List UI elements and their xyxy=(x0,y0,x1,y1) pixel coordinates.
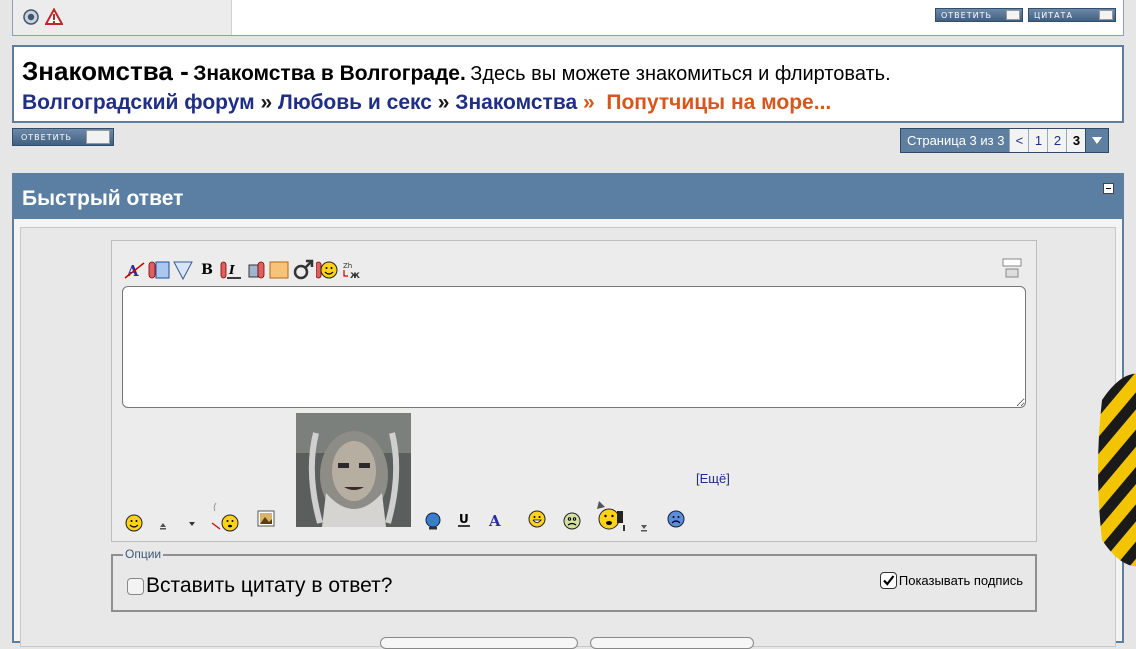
quick-reply-panel: Быстрый ответ A B I xyxy=(12,173,1124,647)
page-menu-dropdown-icon[interactable] xyxy=(1085,129,1109,152)
font-icon[interactable]: A xyxy=(124,259,146,281)
avatar-face-image[interactable] xyxy=(296,413,411,527)
svg-text:Zh: Zh xyxy=(343,262,352,270)
quick-reply-body: A B I xyxy=(20,227,1116,647)
options-legend: Опции xyxy=(123,547,164,561)
breadcrumb-separator: » xyxy=(260,91,273,114)
svg-text:ж: ж xyxy=(350,270,360,281)
forum-title: Знакомства - xyxy=(22,56,189,86)
envelope-icon xyxy=(1006,10,1020,20)
bold-icon[interactable]: B xyxy=(196,259,218,281)
gender-icon[interactable] xyxy=(292,259,314,281)
smiley-icon[interactable] xyxy=(316,259,338,281)
sick-smiley-icon[interactable] xyxy=(562,511,582,531)
editor-container: A B I xyxy=(111,240,1037,542)
quote-checkbox[interactable] xyxy=(127,577,144,595)
forum-header: Знакомства - Знакомства в Волгограде. Зд… xyxy=(12,45,1124,123)
breadcrumb-link-forum[interactable]: Волгоградский форум xyxy=(22,91,255,114)
globe-icon[interactable] xyxy=(423,511,443,531)
page-link-1[interactable]: 1 xyxy=(1028,129,1048,152)
pencil-paper-icon xyxy=(86,130,110,144)
post-reply-button[interactable]: ОТВЕТИТЬ xyxy=(935,8,1023,22)
advanced-mode-button[interactable] xyxy=(590,637,754,649)
svg-text:A: A xyxy=(126,262,139,280)
editor-toolbar: A B I xyxy=(124,257,362,283)
kiss-smiley-icon[interactable] xyxy=(208,499,240,533)
svg-text:A: A xyxy=(488,512,501,529)
page-current-3: 3 xyxy=(1066,129,1086,152)
page-link-2[interactable]: 2 xyxy=(1047,129,1067,152)
forum-subtitle: Знакомства в Волгограде. xyxy=(193,62,466,85)
breadcrumb: Волгоградский форум » Любовь и секс » Зн… xyxy=(22,91,831,115)
party-smiley-icon[interactable] xyxy=(593,499,627,533)
signature-checkbox[interactable] xyxy=(879,572,897,589)
color-icon[interactable] xyxy=(148,259,170,281)
link-icon[interactable] xyxy=(244,259,266,281)
smile-icon[interactable] xyxy=(124,513,144,533)
message-textarea[interactable] xyxy=(122,286,1026,408)
forum-title-line: Знакомства - Знакомства в Волгограде. Зд… xyxy=(22,56,891,87)
options-fieldset: Опции Вставить цитату в ответ? Показыват… xyxy=(111,547,1037,612)
post-reply-label: ОТВЕТИТЬ xyxy=(941,11,992,20)
breadcrumb-separator: » xyxy=(582,91,595,114)
quote-paper-icon xyxy=(1099,10,1113,20)
new-reply-button[interactable]: ОТВЕТИТЬ xyxy=(12,128,114,146)
down-arrow-icon[interactable] xyxy=(187,519,197,529)
breadcrumb-separator: » xyxy=(437,91,450,114)
smilies-panel: [Ещё] U A xyxy=(112,413,1038,537)
switch-editor-mode-icon[interactable] xyxy=(1002,257,1022,279)
caution-tape-decoration xyxy=(1098,373,1136,567)
text-color-icon[interactable]: A xyxy=(487,511,505,529)
sad-smiley-icon[interactable] xyxy=(666,509,686,529)
scroll-down-icon[interactable] xyxy=(639,523,649,533)
page-label: Страница 3 из 3 xyxy=(901,129,1010,152)
underline-icon[interactable]: U xyxy=(456,511,472,529)
signature-option[interactable]: Показывать подпись xyxy=(879,572,1023,589)
grin-smiley-icon[interactable] xyxy=(527,509,547,529)
more-smilies-link[interactable]: [Ещё] xyxy=(696,471,730,486)
quick-reply-header: Быстрый ответ xyxy=(14,175,1122,219)
forum-description: Здесь вы можете знакомиться и флиртовать… xyxy=(470,63,891,85)
italic-icon[interactable]: I xyxy=(220,259,242,281)
quick-reply-title: Быстрый ответ xyxy=(22,187,184,210)
post-footer-bar: ОТВЕТИТЬ ЦИТАТА xyxy=(12,0,1124,36)
quote-label: ЦИТАТА xyxy=(1034,11,1073,20)
svg-text:I: I xyxy=(228,263,235,277)
quote-option-label[interactable]: Вставить цитату в ответ? xyxy=(146,574,392,598)
breadcrumb-current-thread: Попутчицы на море... xyxy=(606,91,832,114)
post-reply-submit-button[interactable] xyxy=(380,637,578,649)
checkmark-icon xyxy=(883,575,895,586)
status-circle-icon[interactable] xyxy=(22,8,40,26)
svg-text:U: U xyxy=(459,512,469,526)
size-icon[interactable] xyxy=(172,259,194,281)
collapse-icon[interactable] xyxy=(1103,183,1114,194)
report-warning-icon[interactable] xyxy=(45,8,63,26)
signature-option-label[interactable]: Показывать подпись xyxy=(899,573,1023,588)
quote-option[interactable]: Вставить цитату в ответ? xyxy=(127,574,392,598)
quote-button[interactable]: ЦИТАТА xyxy=(1028,8,1116,22)
pagination: Страница 3 из 3 < 1 2 3 xyxy=(900,128,1110,153)
post-icons-cell xyxy=(13,0,232,35)
prev-page-link[interactable]: < xyxy=(1009,129,1029,152)
up-arrow-icon[interactable] xyxy=(158,521,168,531)
insert-image-icon[interactable] xyxy=(256,509,276,529)
new-reply-label: ОТВЕТИТЬ xyxy=(21,133,72,142)
breadcrumb-link-love[interactable]: Любовь и секс xyxy=(278,91,432,114)
breadcrumb-link-dating[interactable]: Знакомства xyxy=(455,91,577,114)
image-icon[interactable] xyxy=(268,259,290,281)
translit-icon[interactable]: Zh ж xyxy=(340,259,362,281)
